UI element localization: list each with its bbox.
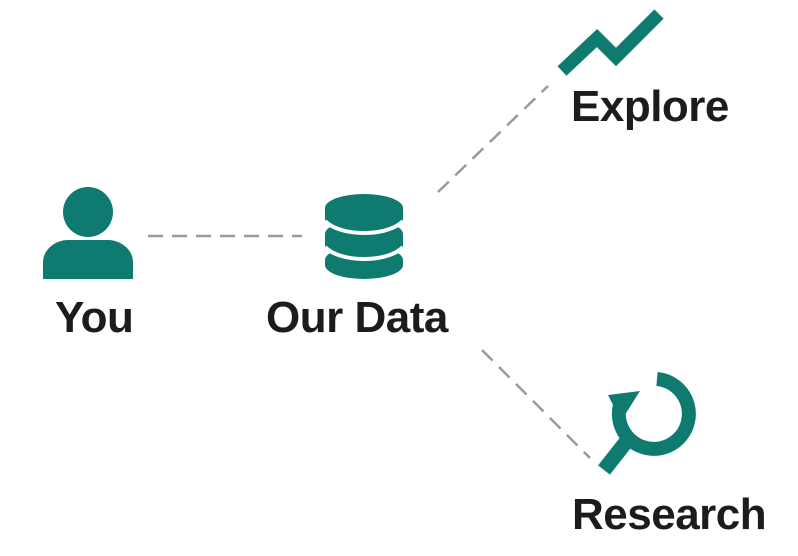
you-label: You xyxy=(55,293,134,342)
connector-data-explore xyxy=(437,85,549,193)
database-icon xyxy=(325,194,403,279)
connector-data-research xyxy=(481,349,591,459)
research-label: Research xyxy=(572,490,767,539)
magnifier-refresh-icon xyxy=(598,372,696,475)
explore-label: Explore xyxy=(571,82,729,131)
data-flow-diagram: You Our Data Explore Research xyxy=(0,0,798,556)
trend-line-icon xyxy=(557,9,664,76)
our-data-label: Our Data xyxy=(266,293,448,342)
person-icon xyxy=(43,187,133,279)
